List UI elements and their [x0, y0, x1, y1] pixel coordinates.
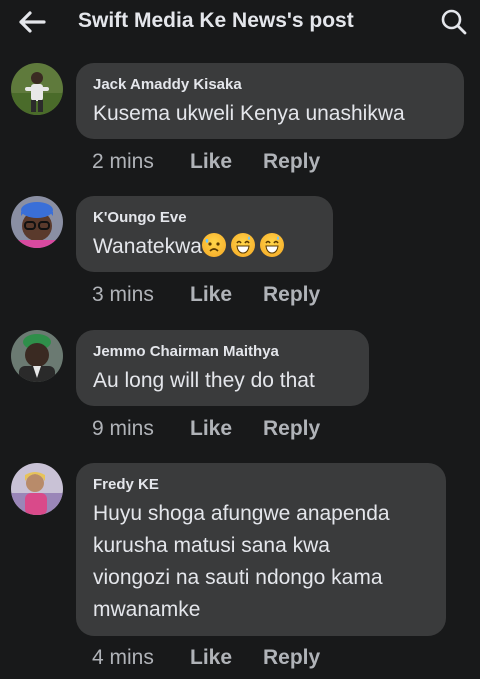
avatar[interactable] — [11, 330, 63, 382]
like-button[interactable]: Like — [190, 417, 232, 441]
avatar-photo — [11, 330, 63, 382]
like-button[interactable]: Like — [190, 646, 232, 670]
comment-text: Huyu shoga afungwe anapenda kurusha matu… — [93, 498, 428, 626]
comment-author[interactable]: Jack Amaddy Kisaka — [93, 75, 446, 95]
reply-button[interactable]: Reply — [263, 283, 320, 307]
comment-text: Au long will they do that — [93, 369, 315, 392]
back-button[interactable] — [14, 6, 50, 38]
avatar-photo — [11, 196, 63, 248]
like-button[interactable]: Like — [190, 150, 232, 174]
comment-time[interactable]: 3 mins — [92, 283, 154, 307]
comment-text: Kusema ukweli Kenya unashikwa — [93, 102, 405, 125]
comment-text-line: kurusha matusi sana kwa — [93, 534, 330, 557]
avatar-photo — [11, 463, 63, 515]
avatar[interactable] — [11, 63, 63, 115]
comment-time[interactable]: 2 mins — [92, 150, 154, 174]
comment-bubble: Fredy KE Huyu shoga afungwe anapenda kur… — [76, 463, 446, 636]
comment-bubble: Jemmo Chairman Maithya Au long will they… — [76, 330, 369, 406]
comment-text: Wanatekwa — [93, 231, 315, 263]
avatar-photo — [11, 63, 63, 115]
comment-author[interactable]: Fredy KE — [93, 475, 428, 495]
reply-button[interactable]: Reply — [263, 150, 320, 174]
comment-time[interactable]: 9 mins — [92, 417, 154, 441]
comment-text-line: mwanamke — [93, 598, 201, 621]
avatar[interactable] — [11, 196, 63, 248]
comments-screen: Swift Media Ke News's post Jack Amaddy K… — [0, 0, 480, 679]
arrow-left-icon — [19, 11, 46, 33]
grinning-sweat-face-icon — [230, 233, 255, 257]
comment-time[interactable]: 4 mins — [92, 646, 154, 670]
comment-text-content: Wanatekwa — [93, 235, 202, 258]
grinning-sweat-face-icon — [259, 233, 284, 257]
comment-author[interactable]: Jemmo Chairman Maithya — [93, 342, 351, 362]
like-button[interactable]: Like — [190, 283, 232, 307]
search-icon — [441, 9, 467, 35]
top-bar: Swift Media Ke News's post — [0, 0, 480, 44]
comment-bubble: Jack Amaddy Kisaka Kusema ukweli Kenya u… — [76, 63, 464, 139]
sad-sweat-face-icon — [201, 233, 226, 257]
avatar[interactable] — [11, 463, 63, 515]
comment-text-line: Huyu shoga afungwe anapenda — [93, 502, 390, 525]
page-title: Swift Media Ke News's post — [78, 9, 354, 32]
search-button[interactable] — [436, 4, 472, 40]
comment-bubble: K'Oungo Eve Wanatekwa — [76, 196, 333, 272]
reply-button[interactable]: Reply — [263, 646, 320, 670]
reply-button[interactable]: Reply — [263, 417, 320, 441]
comment-author[interactable]: K'Oungo Eve — [93, 208, 315, 228]
comment-text-line: viongozi na sauti ndongo kama — [93, 566, 383, 589]
